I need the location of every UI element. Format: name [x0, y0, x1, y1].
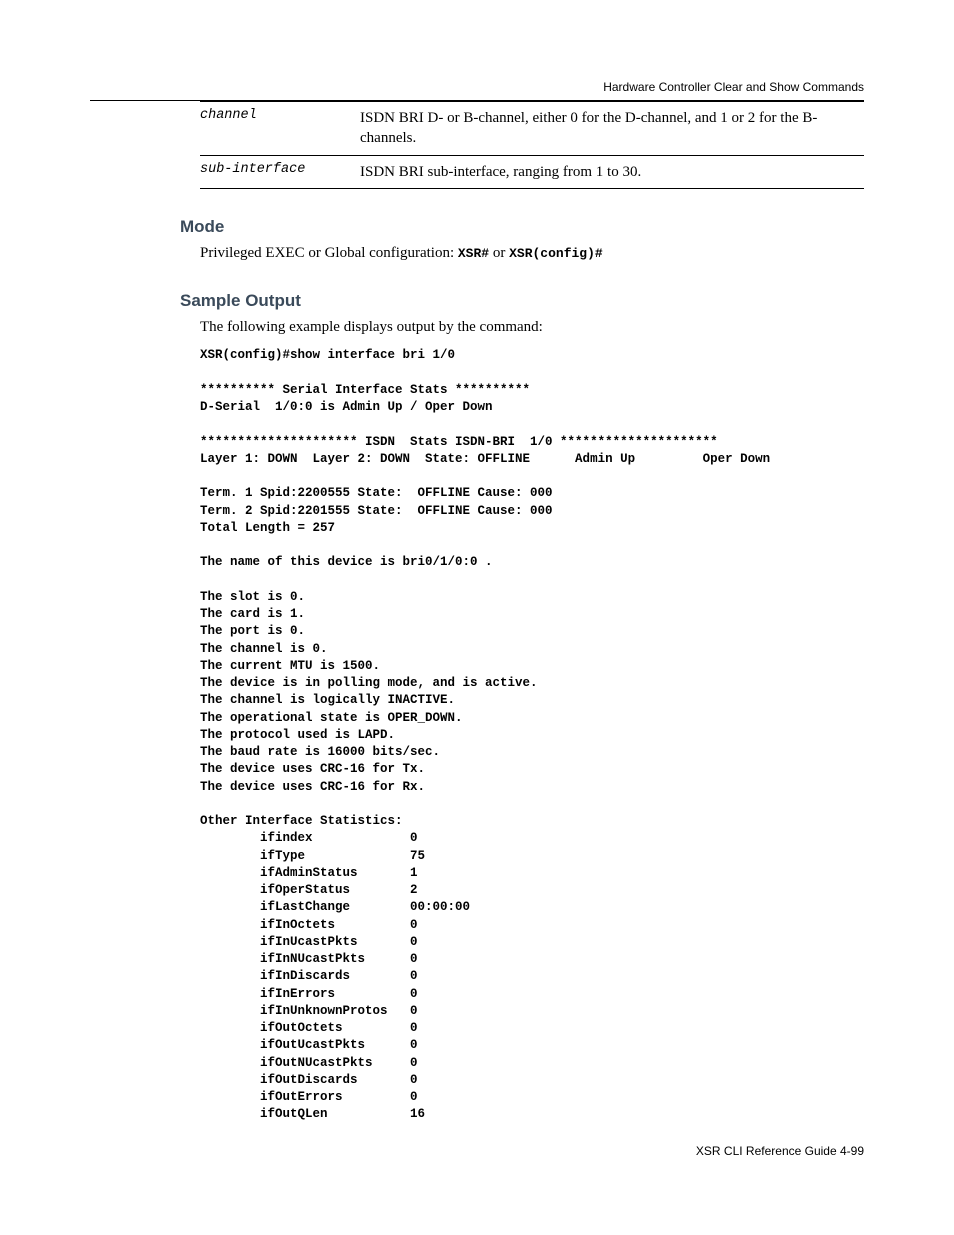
- sample-intro: The following example displays output by…: [200, 317, 864, 337]
- mode-code-2: XSR(config)#: [509, 246, 603, 261]
- param-desc: ISDN BRI D- or B-channel, either 0 for t…: [360, 108, 864, 149]
- sample-output-heading: Sample Output: [180, 291, 954, 311]
- mode-text: Privileged EXEC or Global configuration:…: [200, 243, 864, 263]
- param-row-sub-interface: sub-interface ISDN BRI sub-interface, ra…: [200, 156, 864, 188]
- param-name: channel: [200, 108, 360, 149]
- param-name: sub-interface: [200, 162, 360, 182]
- param-row-channel: channel ISDN BRI D- or B-channel, either…: [200, 102, 864, 155]
- running-header: Hardware Controller Clear and Show Comma…: [0, 80, 864, 94]
- cli-output: XSR(config)#show interface bri 1/0 *****…: [200, 347, 954, 1123]
- table-bottom-rule: [200, 188, 864, 189]
- header-spacer: [0, 0, 954, 80]
- mode-mid: or: [489, 245, 509, 261]
- mode-code-1: XSR#: [458, 246, 489, 261]
- page: Hardware Controller Clear and Show Comma…: [0, 0, 954, 1235]
- parameter-table: channel ISDN BRI D- or B-channel, either…: [200, 101, 864, 189]
- mode-prefix: Privileged EXEC or Global configuration:: [200, 245, 458, 261]
- mode-heading: Mode: [180, 217, 954, 237]
- page-footer: XSR CLI Reference Guide 4-99: [0, 1144, 864, 1158]
- param-desc: ISDN BRI sub-interface, ranging from 1 t…: [360, 162, 641, 182]
